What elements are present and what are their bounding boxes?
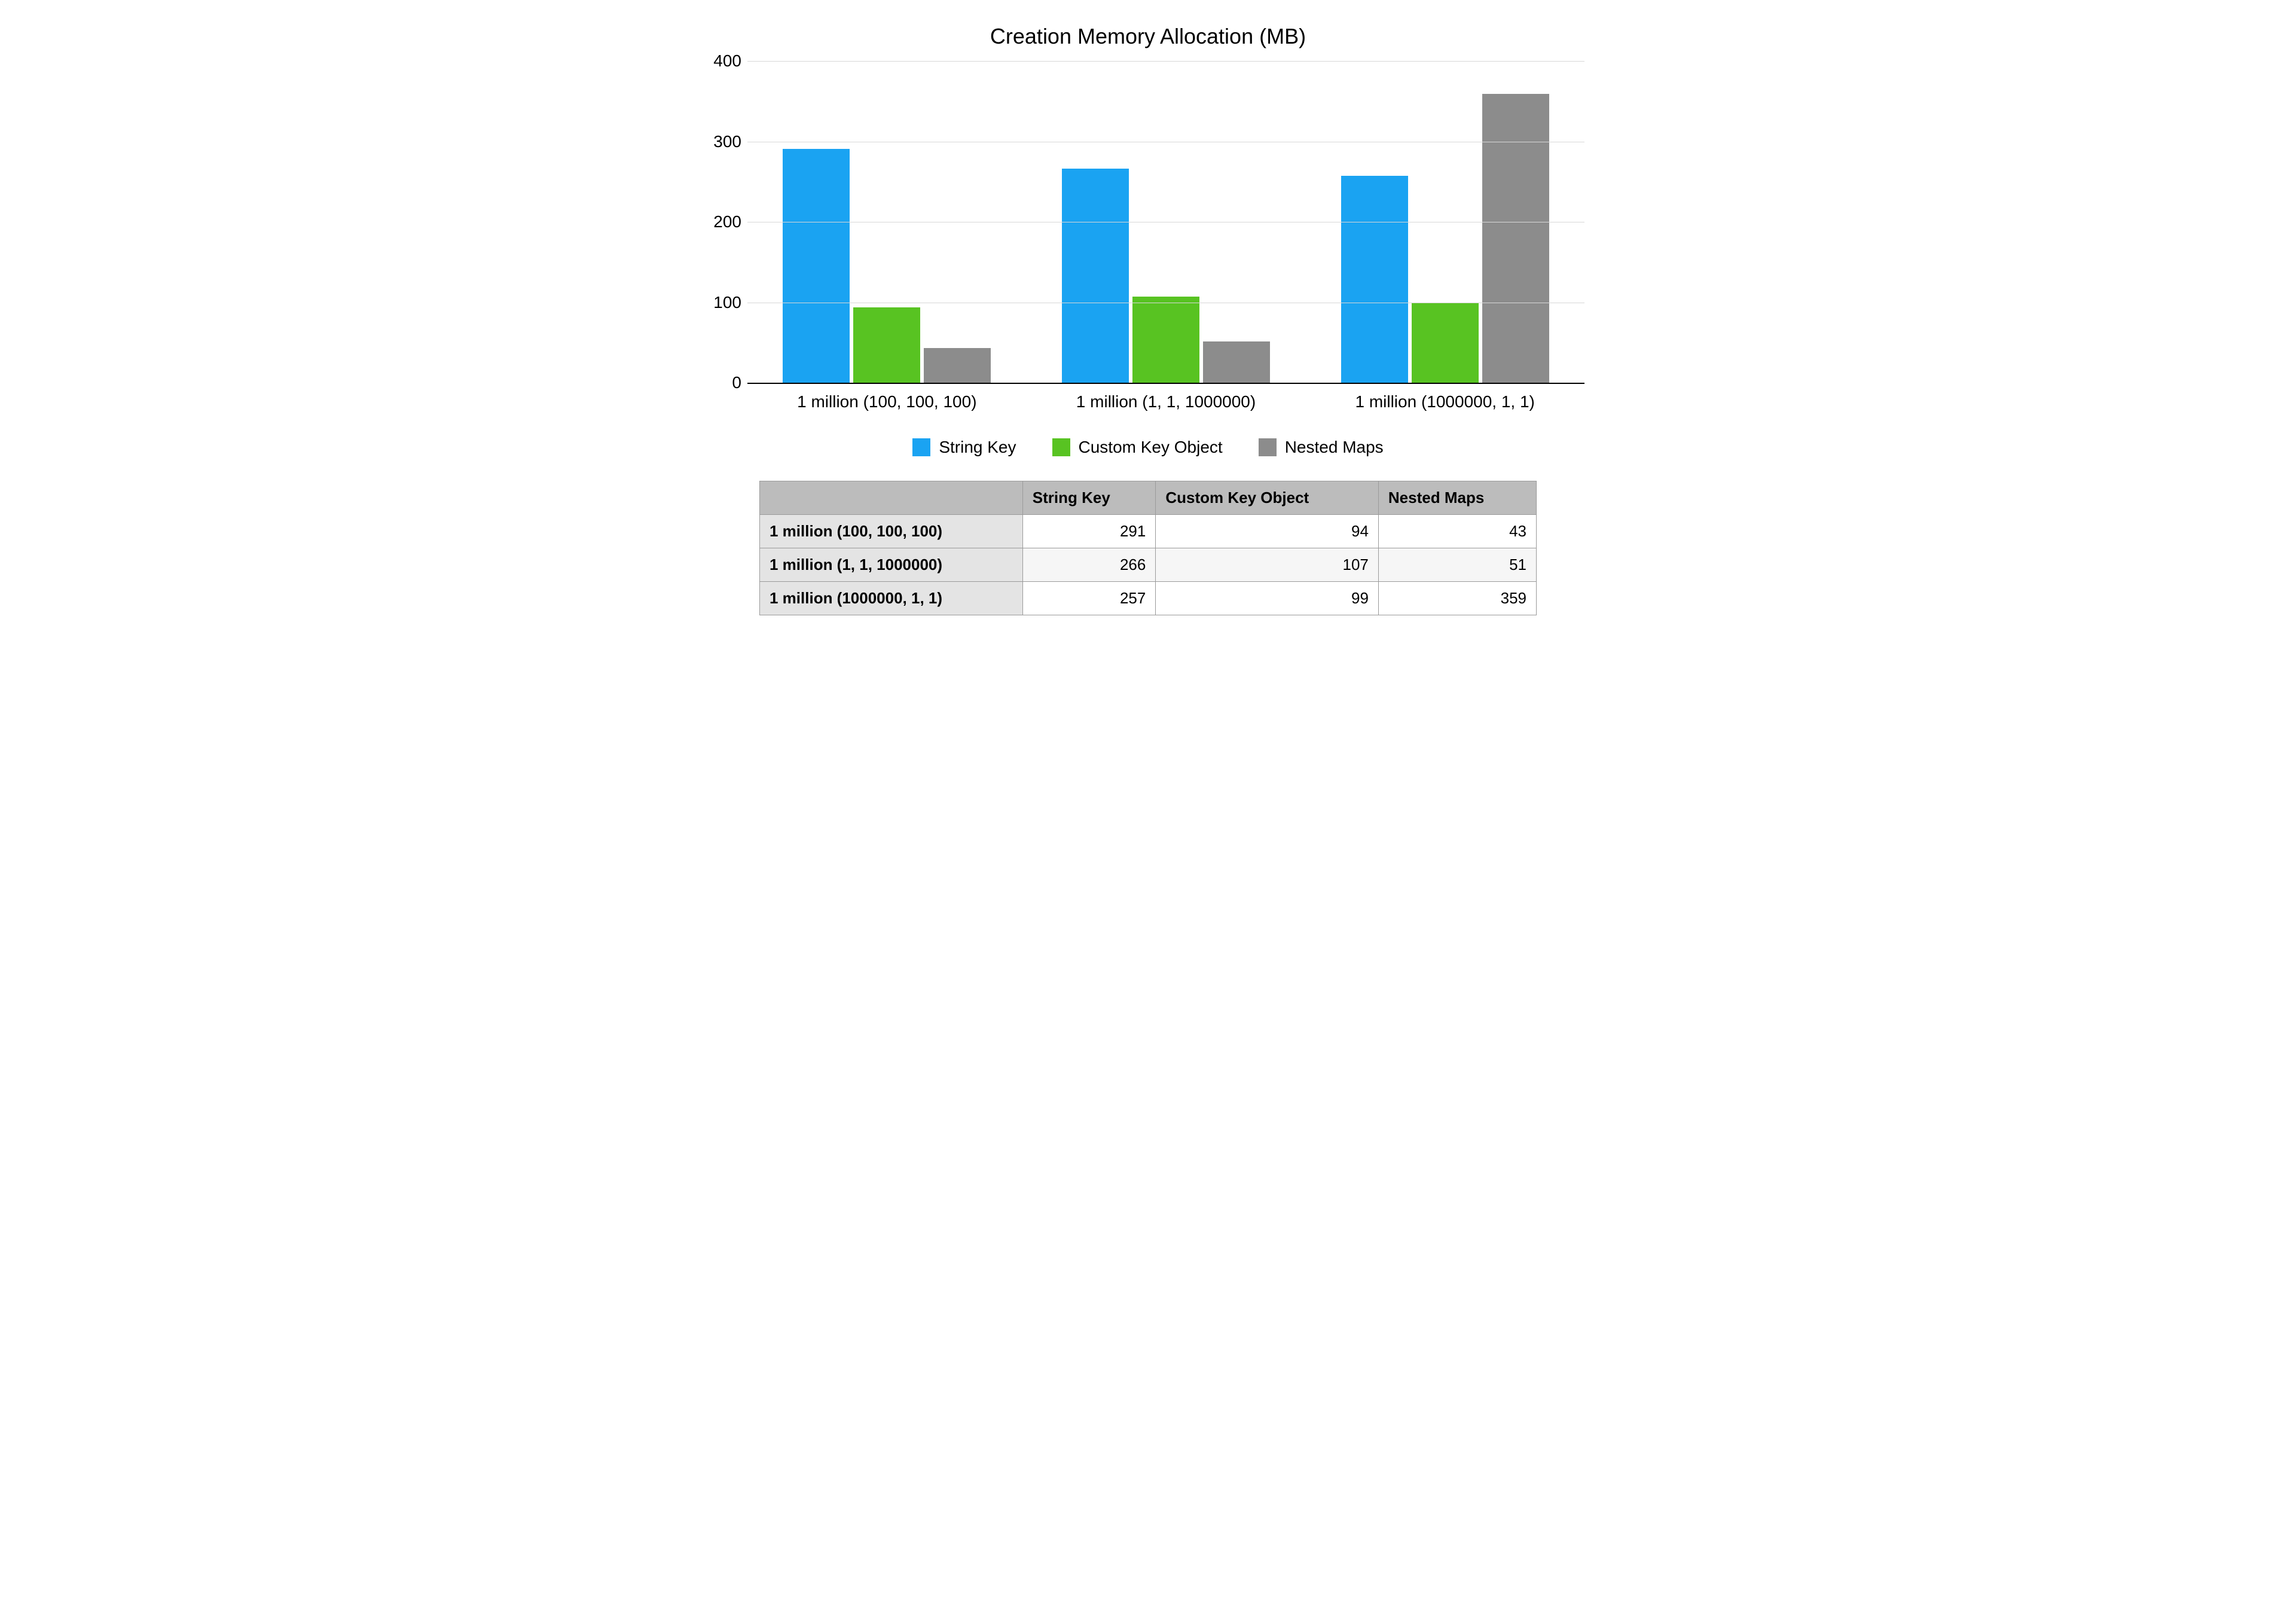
- table-cell: 51: [1378, 548, 1536, 582]
- legend-label: Nested Maps: [1285, 438, 1384, 457]
- table-header-cell: String Key: [1022, 481, 1156, 515]
- legend-swatch: [1259, 438, 1277, 456]
- chart-title: Creation Memory Allocation (MB): [694, 24, 1602, 49]
- table-cell: 99: [1156, 582, 1379, 615]
- table-cell: 43: [1378, 515, 1536, 548]
- x-tick-label: 1 million (1, 1, 1000000): [1027, 384, 1306, 420]
- y-tick-label: 400: [706, 51, 741, 71]
- table-cell: 257: [1022, 582, 1156, 615]
- grid-line: [747, 61, 1584, 62]
- bar: [783, 149, 850, 383]
- chart-container: Creation Memory Allocation (MB) 01002003…: [694, 0, 1602, 639]
- bar: [1341, 176, 1408, 383]
- legend-swatch: [912, 438, 930, 456]
- legend-label: String Key: [939, 438, 1016, 457]
- data-table: String KeyCustom Key ObjectNested Maps 1…: [759, 481, 1537, 615]
- y-tick-label: 300: [706, 132, 741, 151]
- legend: String Key Custom Key Object Nested Maps: [694, 438, 1602, 457]
- table-cell: 94: [1156, 515, 1379, 548]
- table-cell: 266: [1022, 548, 1156, 582]
- table-row: 1 million (1, 1, 1000000)26610751: [760, 548, 1537, 582]
- x-tick-label: 1 million (100, 100, 100): [747, 384, 1027, 420]
- table-cell: 107: [1156, 548, 1379, 582]
- table-row-header: 1 million (1000000, 1, 1): [760, 582, 1023, 615]
- legend-label: Custom Key Object: [1079, 438, 1223, 457]
- table-row: 1 million (100, 100, 100)2919443: [760, 515, 1537, 548]
- bar: [1203, 341, 1270, 383]
- y-tick-label: 100: [706, 293, 741, 312]
- plot: 0100200300400: [747, 61, 1584, 384]
- legend-item: String Key: [912, 438, 1016, 457]
- bar: [1482, 94, 1549, 383]
- data-table-container: String KeyCustom Key ObjectNested Maps 1…: [759, 481, 1537, 615]
- chart-plot-area: 0100200300400 1 million (100, 100, 100)1…: [747, 61, 1584, 420]
- table-corner-cell: [760, 481, 1023, 515]
- table-cell: 291: [1022, 515, 1156, 548]
- legend-swatch: [1052, 438, 1070, 456]
- legend-item: Custom Key Object: [1052, 438, 1223, 457]
- table-header-cell: Nested Maps: [1378, 481, 1536, 515]
- bar: [1132, 297, 1199, 383]
- table-cell: 359: [1378, 582, 1536, 615]
- y-tick-label: 200: [706, 212, 741, 231]
- legend-item: Nested Maps: [1259, 438, 1384, 457]
- bar: [924, 348, 991, 383]
- x-tick-label: 1 million (1000000, 1, 1): [1305, 384, 1584, 420]
- table-row: 1 million (1000000, 1, 1)25799359: [760, 582, 1537, 615]
- bar: [1062, 169, 1129, 383]
- table-row-header: 1 million (1, 1, 1000000): [760, 548, 1023, 582]
- y-tick-label: 0: [706, 373, 741, 392]
- table-row-header: 1 million (100, 100, 100): [760, 515, 1023, 548]
- x-axis-labels: 1 million (100, 100, 100)1 million (1, 1…: [747, 384, 1584, 420]
- bar: [853, 307, 920, 383]
- bar: [1412, 303, 1479, 383]
- table-header-cell: Custom Key Object: [1156, 481, 1379, 515]
